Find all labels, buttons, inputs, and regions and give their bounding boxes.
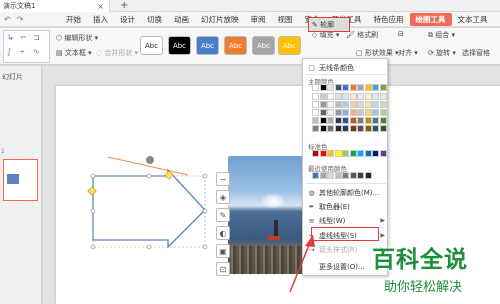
watermark-title: 百科全说 <box>372 247 468 273</box>
annotation-arrow-head <box>305 235 315 247</box>
watermark-subtitle: 助你轻松解决 <box>384 280 463 295</box>
annotation-arrow-line <box>289 239 312 293</box>
